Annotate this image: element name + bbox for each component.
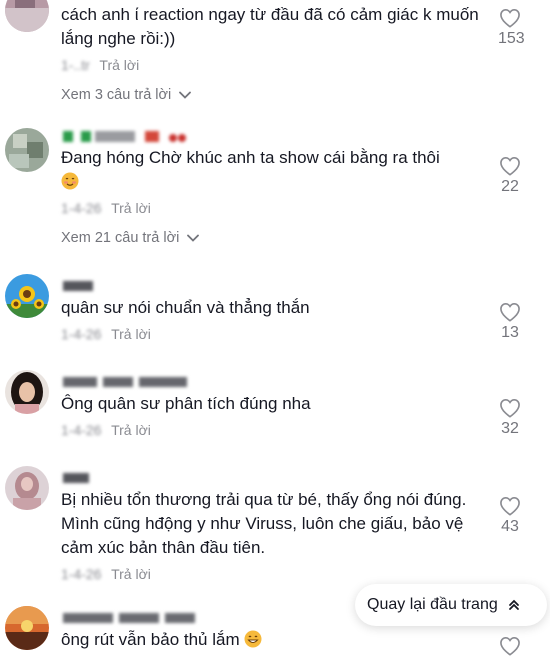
chevron-down-icon xyxy=(187,234,200,242)
like-button[interactable]: 153 xyxy=(498,8,525,48)
view-replies-label: Xem 3 câu trả lời xyxy=(61,87,172,103)
double-chevron-up-icon xyxy=(508,599,519,610)
chevron-down-icon xyxy=(179,91,192,99)
comment-text: cách anh ί reaction ngay từ đầu đã có cả… xyxy=(61,5,479,48)
like-button[interactable] xyxy=(498,636,522,656)
reply-button[interactable]: Trả lời xyxy=(111,326,151,342)
like-count: 153 xyxy=(498,30,525,47)
view-replies-button[interactable]: Xem 3 câu trả lời xyxy=(61,85,480,105)
avatar[interactable] xyxy=(5,466,49,510)
comment-date: 1-4-26 xyxy=(61,200,102,216)
heart-icon xyxy=(500,398,520,418)
view-replies-button[interactable]: Xem 21 câu trả lời xyxy=(61,228,480,248)
avatar[interactable] xyxy=(5,370,49,414)
comment-meta: 1-4-26 Trả lời xyxy=(61,564,480,584)
avatar[interactable] xyxy=(5,606,49,650)
back-to-top-label: Quay lại đầu trang xyxy=(367,596,498,613)
comment-date: 1-4-26 xyxy=(61,566,102,582)
blush-emoji-icon xyxy=(61,172,79,190)
like-count: 13 xyxy=(501,324,519,341)
comment-date: 1-4-26 xyxy=(61,326,102,342)
like-count: 43 xyxy=(501,518,519,535)
reply-button[interactable]: Trả lời xyxy=(111,422,151,438)
like-button[interactable]: 32 xyxy=(498,398,522,438)
heart-icon xyxy=(500,8,520,28)
comment-meta: 1-..tr Trả lời xyxy=(61,55,480,75)
back-to-top-button[interactable]: Quay lại đầu trang xyxy=(355,584,547,626)
reply-button[interactable]: Trả lời xyxy=(111,200,151,216)
comment-date: 1-..tr xyxy=(61,57,90,73)
comment-text: Bị nhiều tổn thương trải qua từ bé, thấy… xyxy=(61,490,467,557)
username[interactable] xyxy=(61,278,480,296)
comment-text: quân sư nói chuẩn và thẳng thắn xyxy=(61,298,310,317)
avatar[interactable] xyxy=(5,274,49,318)
comment-meta: 1-4-26 Trả lời xyxy=(61,324,480,344)
avatar[interactable] xyxy=(5,128,49,172)
comment-text: Đang hóng Chờ khúc anh ta show cái bằng … xyxy=(61,146,480,194)
like-button[interactable]: 13 xyxy=(498,302,522,342)
username[interactable] xyxy=(61,470,480,488)
username[interactable] xyxy=(61,128,480,146)
comment-text: ông rút vẫn bảo thủ lắm xyxy=(61,628,480,652)
username[interactable] xyxy=(61,374,480,392)
comment-meta: 1-4-26 Trả lời xyxy=(61,420,480,440)
heart-icon xyxy=(500,496,520,516)
like-button[interactable]: 22 xyxy=(498,156,522,196)
like-count: 22 xyxy=(501,178,519,195)
heart-icon xyxy=(500,156,520,176)
like-count: 32 xyxy=(501,420,519,437)
comment-date: 1-4-26 xyxy=(61,422,102,438)
comment-text: Ông quân sư phân tích đúng nha xyxy=(61,394,311,413)
like-button[interactable]: 43 xyxy=(498,496,522,536)
heart-icon xyxy=(500,636,520,656)
view-replies-label: Xem 21 câu trả lời xyxy=(61,230,180,246)
heart-icon xyxy=(500,302,520,322)
grin-emoji-icon xyxy=(244,630,262,648)
reply-button[interactable]: Trả lời xyxy=(99,57,139,73)
comment-meta: 1-4-26 Trả lời xyxy=(61,198,480,218)
reply-button[interactable]: Trả lời xyxy=(111,566,151,582)
avatar[interactable] xyxy=(5,0,49,32)
